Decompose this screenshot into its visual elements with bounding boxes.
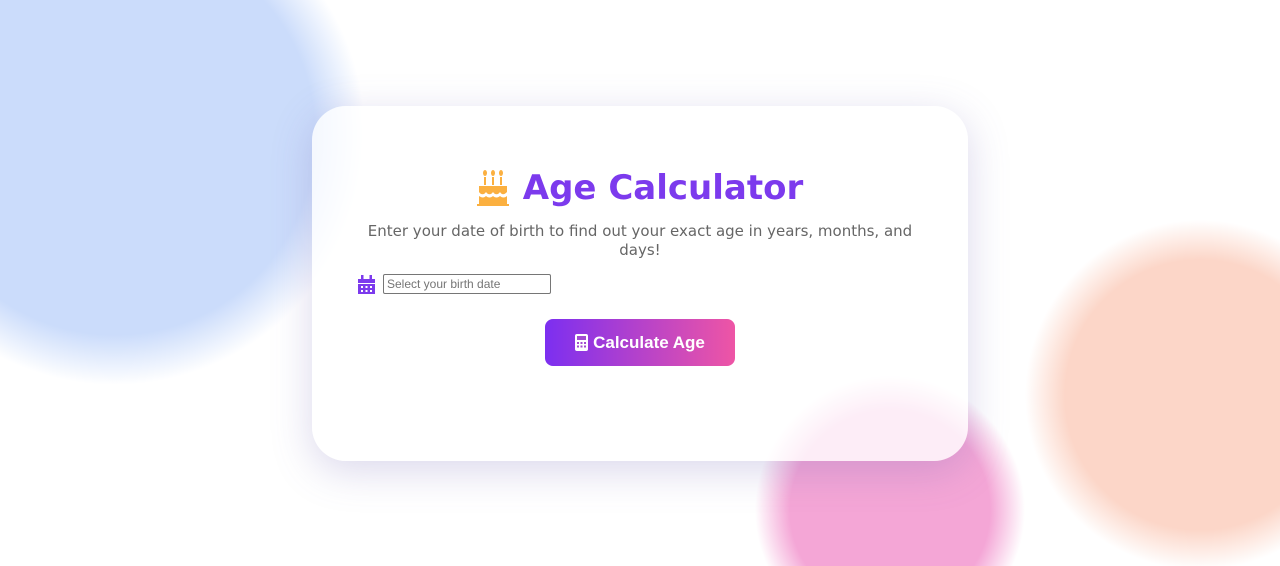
page-title: Age Calculator <box>312 168 968 208</box>
birthdate-row <box>358 274 968 294</box>
calculate-age-button[interactable]: Calculate Age <box>545 319 735 366</box>
birthday-cake-icon <box>476 170 509 206</box>
title-text: Age Calculator <box>522 168 804 208</box>
subtitle: Enter your date of birth to find out you… <box>367 222 913 259</box>
calculator-icon <box>575 334 589 351</box>
calculate-label: Calculate Age <box>593 332 705 352</box>
birthdate-input[interactable] <box>383 274 551 294</box>
calendar-icon <box>358 274 375 294</box>
age-calculator-card: Age Calculator Enter your date of birth … <box>312 106 968 461</box>
